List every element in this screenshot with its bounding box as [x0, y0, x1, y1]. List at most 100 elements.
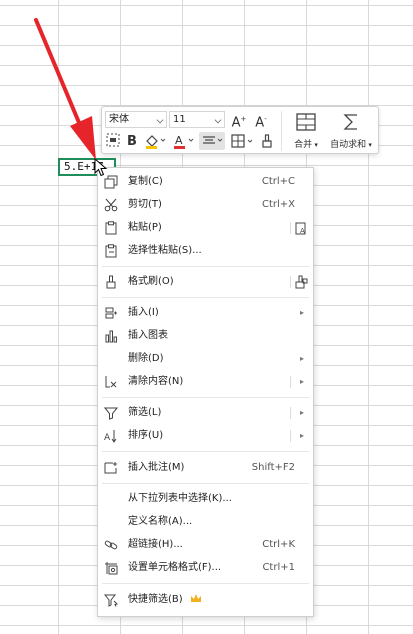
menu-item-insert-comment[interactable]: 插入批注(M) Shift+F2 [98, 457, 313, 479]
menu-item-clear-contents[interactable]: 清除内容(N) ▸ [98, 371, 313, 393]
insert-icon [105, 307, 117, 319]
menu-item-shortcut: Ctrl+1 [262, 562, 295, 573]
menu-item-label: 筛选(L) [128, 407, 162, 418]
menu-divider [102, 297, 309, 298]
mouse-cursor-icon [94, 158, 108, 177]
sigma-icon [343, 114, 357, 130]
menu-item-label: 设置单元格格式(F)... [128, 562, 222, 573]
scissors-icon [104, 198, 118, 212]
autosum-label: 自动求和 [330, 140, 367, 150]
menu-item-shortcut: Ctrl+X [261, 199, 295, 210]
menu-divider [102, 583, 309, 584]
menu-item-label: 选择性粘贴(S)... [128, 245, 202, 256]
chevron-down-icon [156, 116, 164, 124]
font-color-icon: A [174, 134, 194, 149]
format-painter-icon [262, 134, 272, 148]
menu-item-hyperlink[interactable]: 超链接(H)... Ctrl+K [98, 534, 313, 556]
shrink-font-icon: A [255, 115, 265, 131]
clipboard-icon [105, 221, 117, 235]
menu-item-filter[interactable]: 筛选(L) ▸ [98, 402, 313, 424]
menu-item-label: 排序(U) [128, 430, 164, 441]
menu-item-paste[interactable]: 粘贴(P) A [98, 217, 313, 239]
shrink-font-button[interactable]: A- [251, 110, 271, 131]
borders-button[interactable] [229, 133, 255, 151]
paste-special-icon [105, 244, 117, 258]
menu-item-cut[interactable]: 剪切(T) Ctrl+X [98, 194, 313, 216]
menu-item-sort[interactable]: A 排序(U) ▸ [98, 425, 313, 447]
menu-item-format-cells[interactable]: 设置单元格格式(F)... Ctrl+1 [98, 557, 313, 579]
menu-item-label: 快捷筛选(B) [128, 589, 202, 611]
menu-item-label: 插入批注(M) [128, 462, 185, 473]
format-painter-button[interactable] [258, 133, 276, 151]
merge-cells-icon [296, 113, 316, 131]
svg-text:A: A [175, 134, 183, 147]
font-size-value: 11 [173, 114, 186, 125]
font-size-select[interactable]: 11 [169, 111, 225, 128]
menu-item-label: 格式刷(O) [128, 276, 174, 287]
menu-item-pick-from-list[interactable]: 从下拉列表中选择(K)... [98, 488, 313, 510]
submenu-arrow-icon: ▸ [299, 377, 304, 386]
menu-item-shortcut: Ctrl+K [262, 539, 295, 550]
font-name-select[interactable]: 宋体 [105, 111, 167, 128]
menu-item-label: 超链接(H)... [128, 539, 183, 550]
bar-chart-icon [105, 330, 117, 343]
crown-icon [190, 594, 201, 602]
align-center-icon [203, 136, 223, 144]
menu-divider [102, 451, 309, 452]
grow-font-icon: A [231, 115, 241, 131]
menu-item-label: 定义名称(A)... [128, 516, 193, 527]
select-format-icon [106, 133, 120, 147]
format-painter-multi-icon[interactable] [294, 275, 308, 289]
menu-item-insert[interactable]: 插入(I) ▸ [98, 302, 313, 324]
menu-item-shortcut: Shift+F2 [251, 462, 295, 473]
bold-button[interactable]: B [124, 133, 140, 151]
align-button[interactable] [199, 132, 225, 150]
menu-item-label: 粘贴(P) [128, 222, 162, 233]
fill-color-button[interactable] [143, 133, 167, 151]
merge-button[interactable]: 合并 ▾ [285, 110, 327, 152]
menu-item-label: 复制(C) [128, 176, 163, 187]
grow-font-button[interactable]: A+ [229, 110, 249, 131]
menu-item-label: 删除(D) [128, 353, 164, 364]
menu-item-format-painter[interactable]: 格式刷(O) [98, 271, 313, 293]
font-color-button[interactable]: A [171, 133, 195, 151]
toolbar-divider [281, 111, 282, 151]
menu-divider [102, 397, 309, 398]
menu-item-divider [290, 430, 291, 442]
menu-divider [102, 266, 309, 267]
menu-item-shortcut: Ctrl+C [261, 176, 295, 187]
merge-label: 合并 [294, 140, 313, 150]
comment-icon [104, 462, 117, 474]
paste-options-icon[interactable]: A [294, 221, 308, 235]
menu-item-define-name[interactable]: 定义名称(A)... [98, 511, 313, 533]
link-icon [104, 540, 118, 550]
chevron-down-icon [214, 116, 222, 124]
format-cells-icon [105, 562, 118, 575]
border-grid-icon [231, 134, 253, 148]
menu-item-divider [290, 222, 291, 234]
menu-item-label: 插入(I) [128, 307, 159, 318]
fill-bucket-icon [146, 135, 166, 149]
menu-item-delete[interactable]: 删除(D) ▸ [98, 348, 313, 370]
svg-text:A: A [300, 227, 305, 235]
quick-filter-icon [104, 594, 118, 607]
menu-item-label: 插入图表 [128, 330, 168, 341]
submenu-arrow-icon: ▸ [299, 308, 304, 317]
menu-item-paste-special[interactable]: 选择性粘贴(S)... [98, 240, 313, 262]
format-icon-button[interactable] [105, 133, 121, 151]
menu-item-copy[interactable]: 复制(C) Ctrl+C [98, 171, 313, 193]
menu-item-label: 从下拉列表中选择(K)... [128, 493, 232, 504]
eraser-icon [105, 376, 117, 388]
svg-text:A: A [104, 433, 111, 443]
chevron-down-icon: ▾ [312, 141, 318, 149]
menu-item-label: 清除内容(N) [128, 376, 184, 387]
filter-funnel-icon [104, 407, 118, 420]
menu-item-insert-chart[interactable]: 插入图表 [98, 325, 313, 347]
format-painter-icon [106, 275, 116, 289]
autosum-button[interactable]: 自动求和 ▾ [326, 110, 376, 152]
font-name-value: 宋体 [109, 114, 129, 125]
menu-item-divider [290, 407, 291, 419]
menu-item-quick-filter[interactable]: 快捷筛选(B) [98, 589, 313, 611]
submenu-arrow-icon: ▸ [299, 408, 304, 417]
menu-item-divider [290, 376, 291, 388]
